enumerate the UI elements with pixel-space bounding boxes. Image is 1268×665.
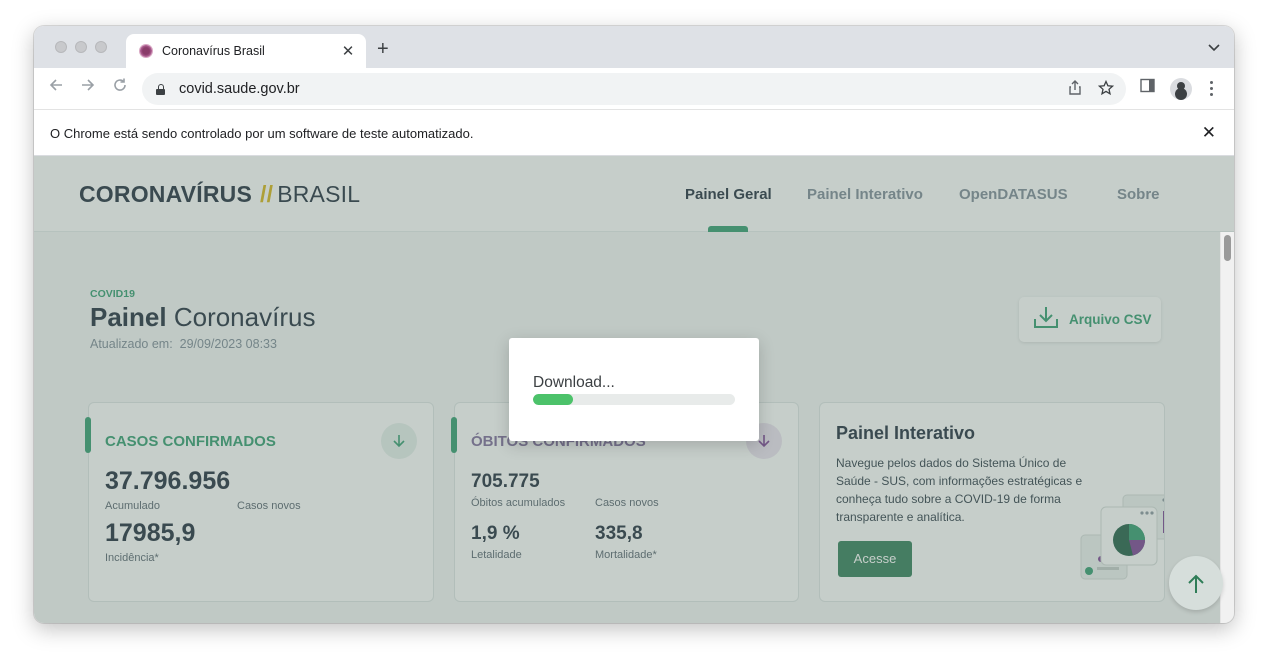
address-bar[interactable]: covid.saude.gov.br: [142, 73, 1126, 105]
scrollbar-thumb[interactable]: [1224, 235, 1231, 261]
download-progress-bar: [533, 394, 735, 405]
profile-icon[interactable]: [1170, 78, 1192, 100]
infobar-text: O Chrome está sendo controlado por um so…: [50, 125, 474, 141]
star-icon[interactable]: [1097, 79, 1115, 100]
coronavirus-favicon-icon: [140, 45, 152, 57]
download-progress-fill: [533, 394, 574, 405]
url-text: covid.saude.gov.br: [179, 81, 300, 97]
infobar-close-icon[interactable]: ✕: [1202, 123, 1216, 143]
page-scrollbar[interactable]: [1220, 232, 1234, 623]
download-modal: Download...: [509, 338, 759, 441]
new-tab-button[interactable]: +: [377, 38, 389, 61]
automation-infobar: O Chrome está sendo controlado por um so…: [34, 111, 1234, 156]
lock-icon: [156, 83, 165, 95]
reload-icon[interactable]: [108, 77, 132, 98]
tab-strip: Coronavírus Brasil ✕ +: [34, 26, 1234, 68]
tab-close-icon[interactable]: ✕: [340, 42, 356, 60]
tab-search-chevron-icon[interactable]: [1208, 40, 1220, 55]
download-status-text: Download...: [533, 374, 615, 391]
minimize-window-button[interactable]: [75, 41, 87, 53]
back-arrow-icon[interactable]: [44, 77, 68, 98]
kebab-menu-icon[interactable]: [1210, 81, 1213, 99]
browser-tab[interactable]: Coronavírus Brasil ✕: [126, 34, 366, 68]
browser-window: Coronavírus Brasil ✕ + covid.saude.gov.b…: [34, 26, 1234, 623]
arrow-up-icon: [1188, 574, 1204, 594]
tab-title: Coronavírus Brasil: [162, 44, 265, 58]
close-window-button[interactable]: [55, 41, 67, 53]
page-content: CORONAVÍRUS//BRASIL Painel Geral Painel …: [34, 156, 1234, 623]
scroll-to-top-button[interactable]: [1169, 556, 1223, 610]
browser-toolbar: covid.saude.gov.br: [34, 68, 1234, 110]
maximize-window-button[interactable]: [95, 41, 107, 53]
side-panel-icon[interactable]: [1140, 78, 1155, 97]
forward-arrow-icon[interactable]: [76, 77, 100, 98]
share-icon[interactable]: [1068, 80, 1082, 100]
